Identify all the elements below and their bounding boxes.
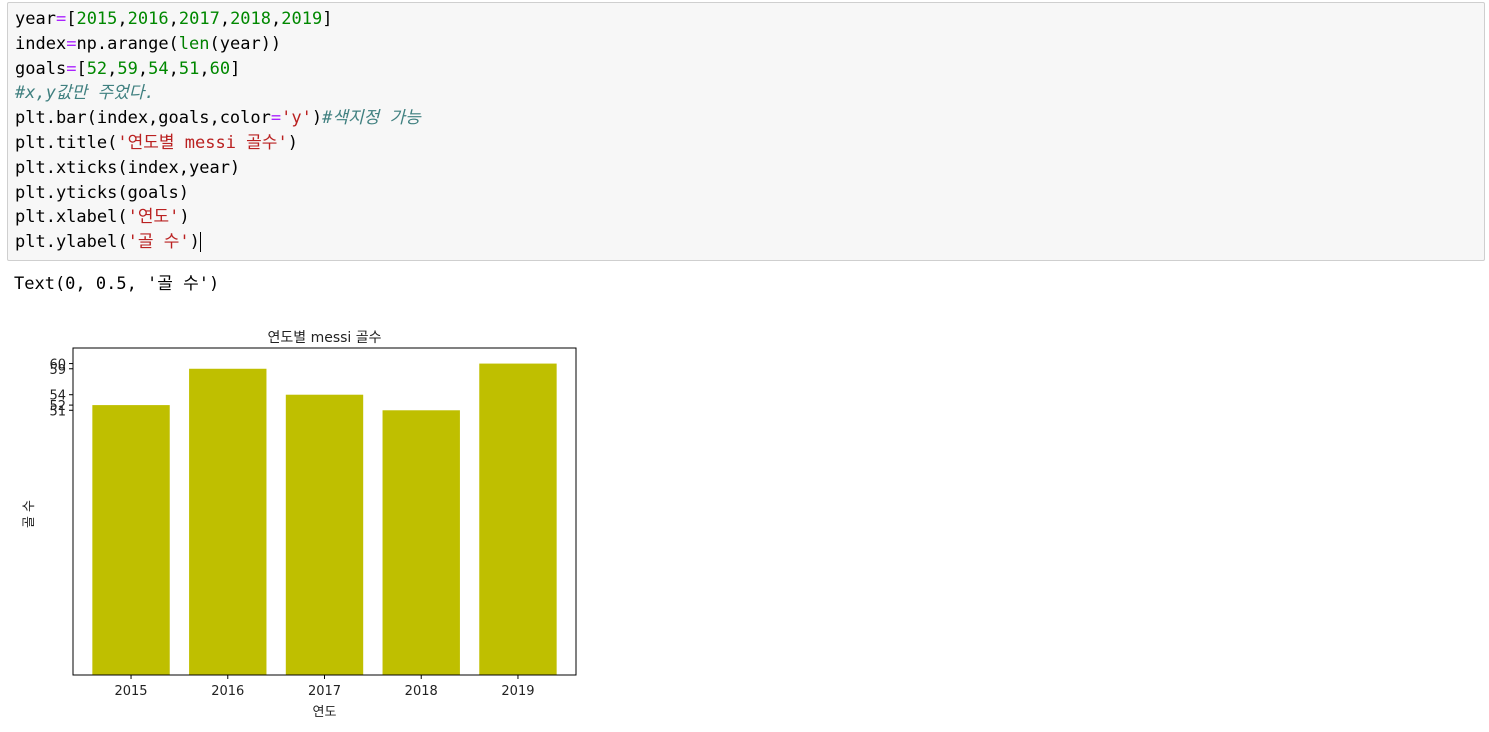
y-tick-label: 60 <box>49 358 66 373</box>
code-line: plt.xlabel('연도') <box>15 205 421 230</box>
code-token: 2019 <box>281 9 323 29</box>
code-token: '연도별 messi 골수' <box>117 132 288 153</box>
x-tick-label: 2018 <box>405 684 438 699</box>
code-token: plt.title( <box>15 132 118 153</box>
code-token: = <box>66 58 77 79</box>
code-token: ] <box>322 9 333 29</box>
y-axis-label: 골 수 <box>22 500 37 528</box>
code-token: 2016 <box>127 9 169 29</box>
code-token: '연도' <box>127 207 180 228</box>
code-token: 54 <box>148 58 169 79</box>
code-token: [ <box>76 58 87 79</box>
code-token: index <box>15 33 67 54</box>
code-token: , <box>168 9 179 29</box>
bar-2016 <box>189 368 267 675</box>
code-token: year <box>15 9 56 29</box>
code-token: 2017 <box>178 9 220 29</box>
bar-2017 <box>285 394 364 675</box>
code-line: plt.xticks(index,year) <box>15 156 421 181</box>
code-token: = <box>66 33 77 54</box>
code-token: 60 <box>209 58 231 79</box>
bar-2019 <box>479 363 557 675</box>
code-token: ] <box>230 58 241 79</box>
bars-layer <box>92 363 557 675</box>
code-token: plt.xticks(index,year) <box>15 157 241 178</box>
code-token: = <box>270 108 282 129</box>
code-token: #색지정 가능 <box>322 108 421 129</box>
code-line: plt.yticks(goals) <box>15 181 421 206</box>
code-token: , <box>271 9 282 29</box>
y-tick-label: 54 <box>49 389 66 404</box>
chart-title: 연도별 messi 골수 <box>267 330 381 346</box>
code-token: , <box>137 58 149 79</box>
code-token: 52 <box>86 58 108 79</box>
code-token: , <box>199 58 210 79</box>
code-line: goals=[52,59,54,51,60] <box>15 57 421 82</box>
code-token: ) <box>311 108 323 129</box>
code-token: np.arange( <box>76 33 179 54</box>
code-token: goals <box>15 58 67 79</box>
cell-output-text: Text(0, 0.5, '골 수') <box>14 274 220 294</box>
code-token: , <box>219 9 231 29</box>
x-tick-label: 2019 <box>501 684 534 699</box>
code-token: plt.xlabel( <box>15 207 128 228</box>
code-token: ) <box>179 207 190 228</box>
y-tick-label: 51 <box>49 404 66 419</box>
code-token: 'y' <box>281 108 312 129</box>
code-token: ) <box>287 132 298 153</box>
bar-chart: 52 59 54 51 60 2015 2016 2017 2018 2019 연도별 mess… <box>0 318 600 732</box>
code-cell[interactable]: year=[2015,2016,2017,2018,2019] index=np.… <box>7 2 1485 261</box>
code-token: '골 수' <box>127 232 190 253</box>
code-line: year=[2015,2016,2017,2018,2019] <box>15 7 421 32</box>
code-editor[interactable]: year=[2015,2016,2017,2018,2019] index=np.… <box>15 7 421 255</box>
x-tick-label: 2016 <box>211 684 244 699</box>
code-token: ) <box>189 232 200 253</box>
bar-2018 <box>382 410 460 675</box>
code-token: [ <box>66 9 77 29</box>
code-token: 51 <box>178 58 200 79</box>
text-cursor <box>199 232 201 253</box>
x-ticks: 2015 2016 2017 2018 2019 <box>114 675 535 699</box>
bar-chart-svg: 5259545160 2015 2016 2017 2018 2019 연도별 mess… <box>22 330 577 720</box>
code-line: index=np.arange(len(year)) <box>15 32 421 57</box>
code-token: len <box>178 33 210 54</box>
code-token: 2018 <box>230 9 272 29</box>
code-token: plt.bar(index,goals,color <box>15 108 271 129</box>
code-token: plt.yticks(goals) <box>15 182 189 203</box>
code-token: (year)) <box>209 33 282 54</box>
x-tick-label: 2017 <box>308 684 341 699</box>
y-ticks: 5259545160 <box>49 358 73 419</box>
code-token: , <box>107 58 118 79</box>
x-axis-label: 연도 <box>313 705 337 720</box>
code-token: = <box>55 9 67 29</box>
code-token: , <box>168 58 179 79</box>
code-token: 59 <box>117 58 138 79</box>
code-line: #x,y값만 주었다. <box>15 81 421 106</box>
code-token: , <box>117 9 128 29</box>
code-line: plt.ylabel('골 수') <box>15 230 421 255</box>
code-line: plt.bar(index,goals,color='y')#색지정 가능 <box>15 106 421 131</box>
x-tick-label: 2015 <box>114 684 147 699</box>
code-token: 2015 <box>76 9 118 29</box>
code-token: #x,y값만 주었다. <box>15 83 155 104</box>
code-token: plt.ylabel( <box>15 232 128 253</box>
code-line: plt.title('연도별 messi 골수') <box>15 131 421 156</box>
bar-2015 <box>92 405 170 675</box>
